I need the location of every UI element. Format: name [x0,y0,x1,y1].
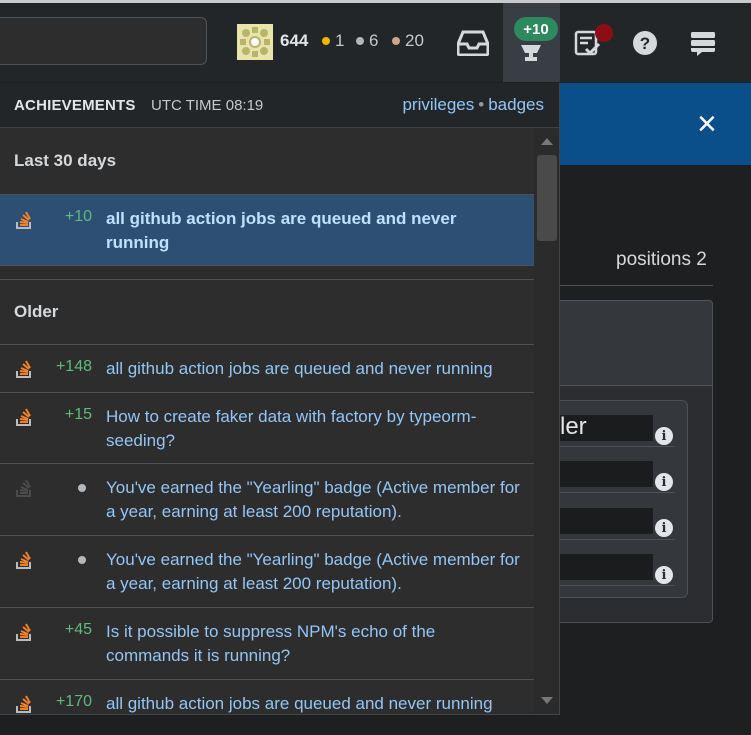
achievement-text[interactable]: How to create faker data with factory by… [106,393,534,465]
list-item[interactable]: You've earned the "Yearling" badge (Acti… [0,536,534,608]
field-underline [560,539,675,540]
search-input[interactable] [0,17,207,65]
info-icon[interactable]: i [655,473,673,491]
stack-overflow-icon [16,623,31,641]
list-item[interactable]: +10 all github action jobs are queued an… [0,195,534,266]
avatar[interactable] [237,24,273,60]
list-item[interactable]: +170 all github action jobs are queued a… [0,680,534,714]
achievements-list: Last 30 days +10 all github action jobs … [0,129,534,714]
achievement-text[interactable]: Is it possible to suppress NPM's echo of… [106,608,534,680]
reputation-change: +45 [64,621,92,638]
section-header-recent: Last 30 days [0,129,534,195]
achievements-header: ACHIEVEMENTS UTC TIME 08:19 privileges • b… [0,83,559,128]
field-underline [560,446,675,447]
silver-badge-count[interactable]: 6 [356,31,378,51]
badges-link[interactable]: badges [488,95,544,114]
inbox-icon[interactable] [456,26,490,60]
achievement-text[interactable]: You've earned the "Yearling" badge (Acti… [106,536,534,608]
scroll-up-arrow-icon[interactable] [541,138,553,145]
gold-badge-count[interactable]: 1 [322,31,344,51]
settings-field[interactable] [560,461,653,487]
reputation-change: +148 [55,358,92,375]
achievement-text[interactable]: all github action jobs are queued and ne… [106,680,534,714]
utc-time: UTC TIME 08:19 [151,97,264,114]
list-item[interactable]: +15 How to create faker data with factor… [0,393,534,464]
trophy-icon[interactable] [514,36,548,70]
reputation-count[interactable]: 644 [280,31,308,51]
link-separator: • [478,95,485,114]
spacer [0,266,534,280]
achievement-text[interactable]: all github action jobs are queued and ne… [106,195,534,267]
site-switcher-icon[interactable] [686,26,720,60]
achievements-title: ACHIEVEMENTS [14,97,136,114]
notice-banner [560,83,751,165]
stack-overflow-icon-dim [16,479,31,497]
divider [560,285,713,286]
list-item[interactable]: +148 all github action jobs are queued a… [0,345,534,393]
help-icon[interactable]: ? [628,26,662,60]
stack-overflow-icon [16,360,31,378]
list-item[interactable]: +45 Is it possible to suppress NPM's ech… [0,608,534,680]
list-item[interactable]: You've earned the "Yearling" badge (Acti… [0,464,534,536]
settings-field[interactable] [560,554,653,580]
info-icon[interactable]: i [655,566,673,584]
info-icon[interactable]: i [655,427,673,445]
bronze-badge-count[interactable]: 20 [392,31,424,51]
field-underline [560,492,675,493]
info-icon[interactable]: i [655,519,673,537]
positions-label: positions 2 [616,249,707,270]
scroll-down-arrow-icon[interactable] [541,697,553,704]
achievement-text[interactable]: You've earned the "Yearling" badge (Acti… [106,464,534,536]
achievements-dropdown: ACHIEVEMENTS UTC TIME 08:19 privileges • b… [0,83,560,715]
scrollbar-thumb[interactable] [537,155,557,241]
field-label-fragment: ler [560,413,587,440]
stack-overflow-icon [16,408,31,426]
privileges-link[interactable]: privileges [402,95,474,114]
reputation-change: +15 [64,406,92,423]
reputation-change: +10 [64,208,92,225]
stack-overflow-icon [16,211,31,229]
reputation-change: +170 [55,693,92,710]
review-notification-dot [595,24,613,42]
badge-bullet-icon [78,484,86,492]
section-header-older: Older [0,280,534,345]
stack-overflow-icon [16,695,31,713]
header-links: privileges • badges [402,95,544,115]
achievement-text[interactable]: all github action jobs are queued and ne… [106,345,534,393]
stack-overflow-icon [16,551,31,569]
svg-text:?: ? [640,34,650,53]
close-icon[interactable]: × [697,107,717,141]
field-underline [560,585,675,586]
badge-bullet-icon [78,556,86,564]
settings-field[interactable] [560,508,653,534]
settings-card-header [545,300,713,386]
